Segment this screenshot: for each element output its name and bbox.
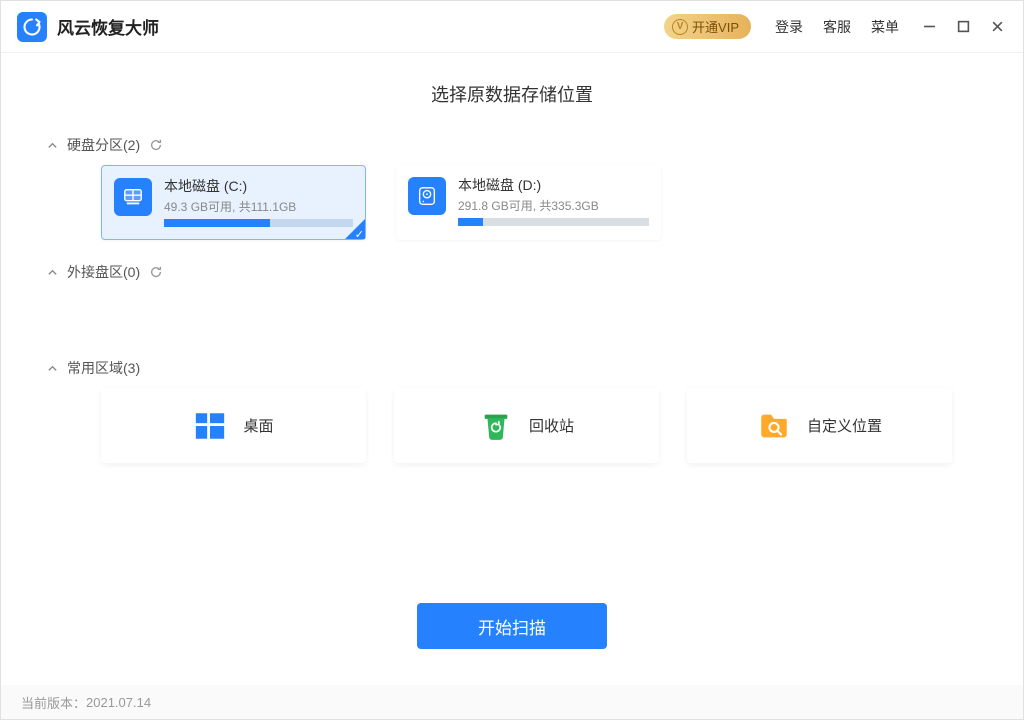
upgrade-vip-button[interactable]: V 开通VIP <box>664 14 751 39</box>
menu-link[interactable]: 菜单 <box>871 17 899 37</box>
area-label: 自定义位置 <box>807 415 882 436</box>
refresh-icon[interactable] <box>148 137 164 153</box>
disk-usage: 291.8 GB可用, 共335.3GB <box>458 197 649 214</box>
app-title: 风云恢复大师 <box>57 14 159 39</box>
hdd-icon <box>114 178 152 216</box>
disk-card-d[interactable]: 本地磁盘 (D:) 291.8 GB可用, 共335.3GB <box>396 165 661 240</box>
disk-name: 本地磁盘 (C:) <box>164 176 353 196</box>
area-label: 桌面 <box>243 415 273 436</box>
version-value: 2021.07.14 <box>86 695 151 710</box>
windows-icon <box>193 409 227 443</box>
maximize-button[interactable] <box>949 13 977 41</box>
area-card-desktop[interactable]: 桌面 <box>101 388 366 463</box>
version-prefix: 当前版本： <box>21 693 86 712</box>
vip-label: 开通VIP <box>692 17 739 36</box>
section-head-disks: 硬盘分区(2) <box>45 135 979 155</box>
chevron-up-icon[interactable] <box>45 265 59 279</box>
app-logo <box>17 12 47 42</box>
folder-search-icon <box>757 409 791 443</box>
external-empty-zone <box>45 292 979 352</box>
page-title: 选择原数据存储位置 <box>45 53 979 129</box>
section-head-external: 外接盘区(0) <box>45 262 979 282</box>
section-label-areas: 常用区域(3) <box>67 358 140 378</box>
disk-usage: 49.3 GB可用, 共111.1GB <box>164 198 353 215</box>
main-area: 选择原数据存储位置 硬盘分区(2) 本地磁盘 (C:) 49.3 GB可用, 共… <box>1 53 1023 685</box>
disk-progress <box>164 219 353 227</box>
minimize-button[interactable] <box>915 13 943 41</box>
areas-row: 桌面 回收站 自定义位置 <box>45 388 979 463</box>
disk-progress <box>458 218 649 226</box>
close-button[interactable] <box>983 13 1011 41</box>
hdd-icon <box>408 177 446 215</box>
vip-icon: V <box>672 19 688 35</box>
refresh-icon[interactable] <box>148 264 164 280</box>
section-label-disks: 硬盘分区(2) <box>67 135 140 155</box>
section-head-areas: 常用区域(3) <box>45 358 979 378</box>
area-card-custom[interactable]: 自定义位置 <box>687 388 952 463</box>
disk-cards-row: 本地磁盘 (C:) 49.3 GB可用, 共111.1GB 本地磁盘 (D:) … <box>45 165 979 240</box>
disk-card-c[interactable]: 本地磁盘 (C:) 49.3 GB可用, 共111.1GB <box>101 165 366 240</box>
footer: 当前版本：2021.07.14 <box>1 685 1023 719</box>
section-label-external: 外接盘区(0) <box>67 262 140 282</box>
area-label: 回收站 <box>529 415 574 436</box>
start-scan-button[interactable]: 开始扫描 <box>417 603 607 649</box>
title-bar: 风云恢复大师 V 开通VIP 登录 客服 菜单 <box>1 1 1023 53</box>
login-link[interactable]: 登录 <box>775 17 803 37</box>
disk-name: 本地磁盘 (D:) <box>458 175 649 195</box>
chevron-up-icon[interactable] <box>45 138 59 152</box>
chevron-up-icon[interactable] <box>45 361 59 375</box>
area-card-recycle[interactable]: 回收站 <box>394 388 659 463</box>
support-link[interactable]: 客服 <box>823 17 851 37</box>
recycle-icon <box>479 409 513 443</box>
